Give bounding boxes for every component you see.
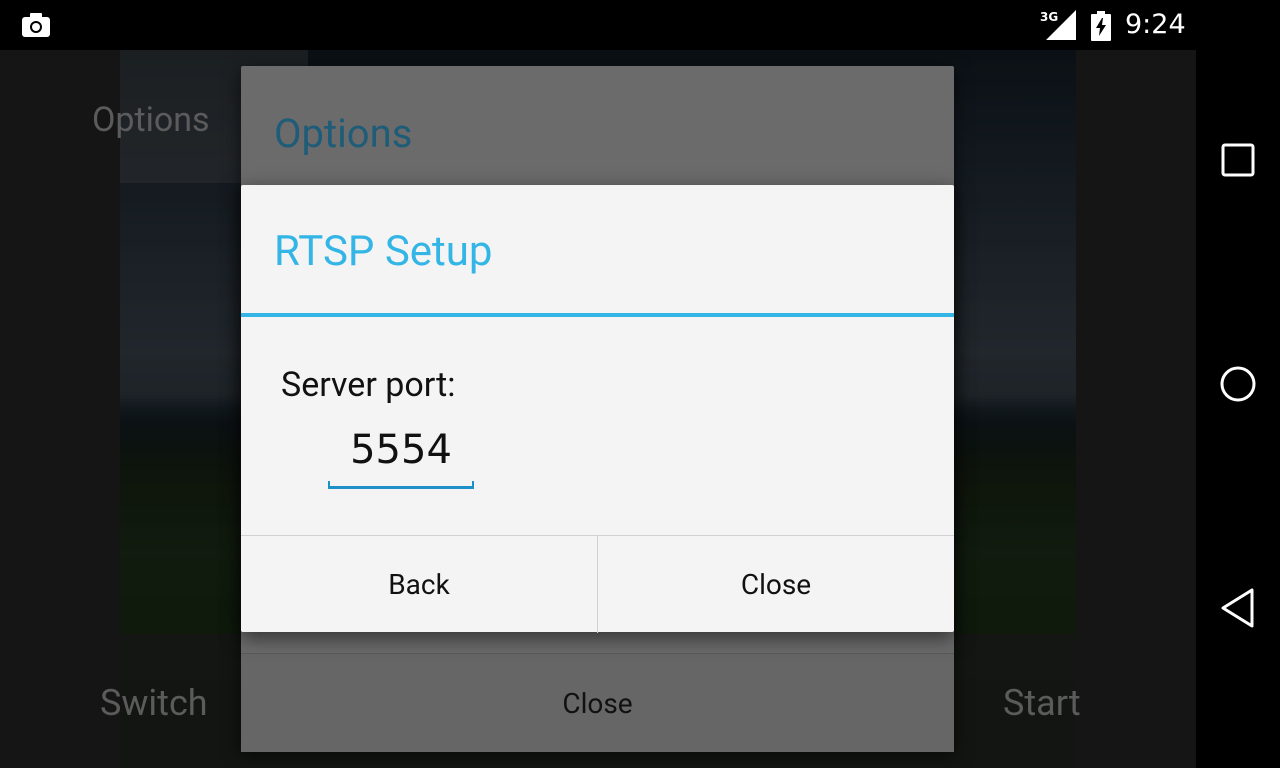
status-bar: 3G 9:24 [0, 0, 1280, 50]
input-underline [328, 481, 474, 489]
camera-icon [22, 13, 50, 37]
back-icon[interactable] [1216, 586, 1260, 630]
close-button[interactable]: Close [597, 536, 954, 633]
signal-icon [1046, 10, 1076, 40]
home-icon[interactable] [1216, 362, 1260, 406]
options-dialog-footer: Close [241, 653, 954, 752]
navigation-bar [1196, 50, 1280, 768]
clock: 9:24 [1125, 9, 1186, 40]
battery-charging-icon [1091, 11, 1111, 41]
back-button[interactable]: Back [241, 536, 597, 633]
dialog-button-bar: Back Close [241, 535, 954, 633]
dialog-title: RTSP Setup [274, 227, 493, 276]
recents-icon[interactable] [1216, 138, 1260, 182]
rtsp-setup-dialog: RTSP Setup Server port: Back Close [241, 185, 954, 633]
server-port-label: Server port: [281, 365, 456, 405]
options-dialog-title: Options [274, 110, 413, 157]
title-divider [241, 313, 954, 317]
server-port-input[interactable] [328, 417, 474, 483]
options-close-button[interactable]: Close [241, 654, 954, 752]
